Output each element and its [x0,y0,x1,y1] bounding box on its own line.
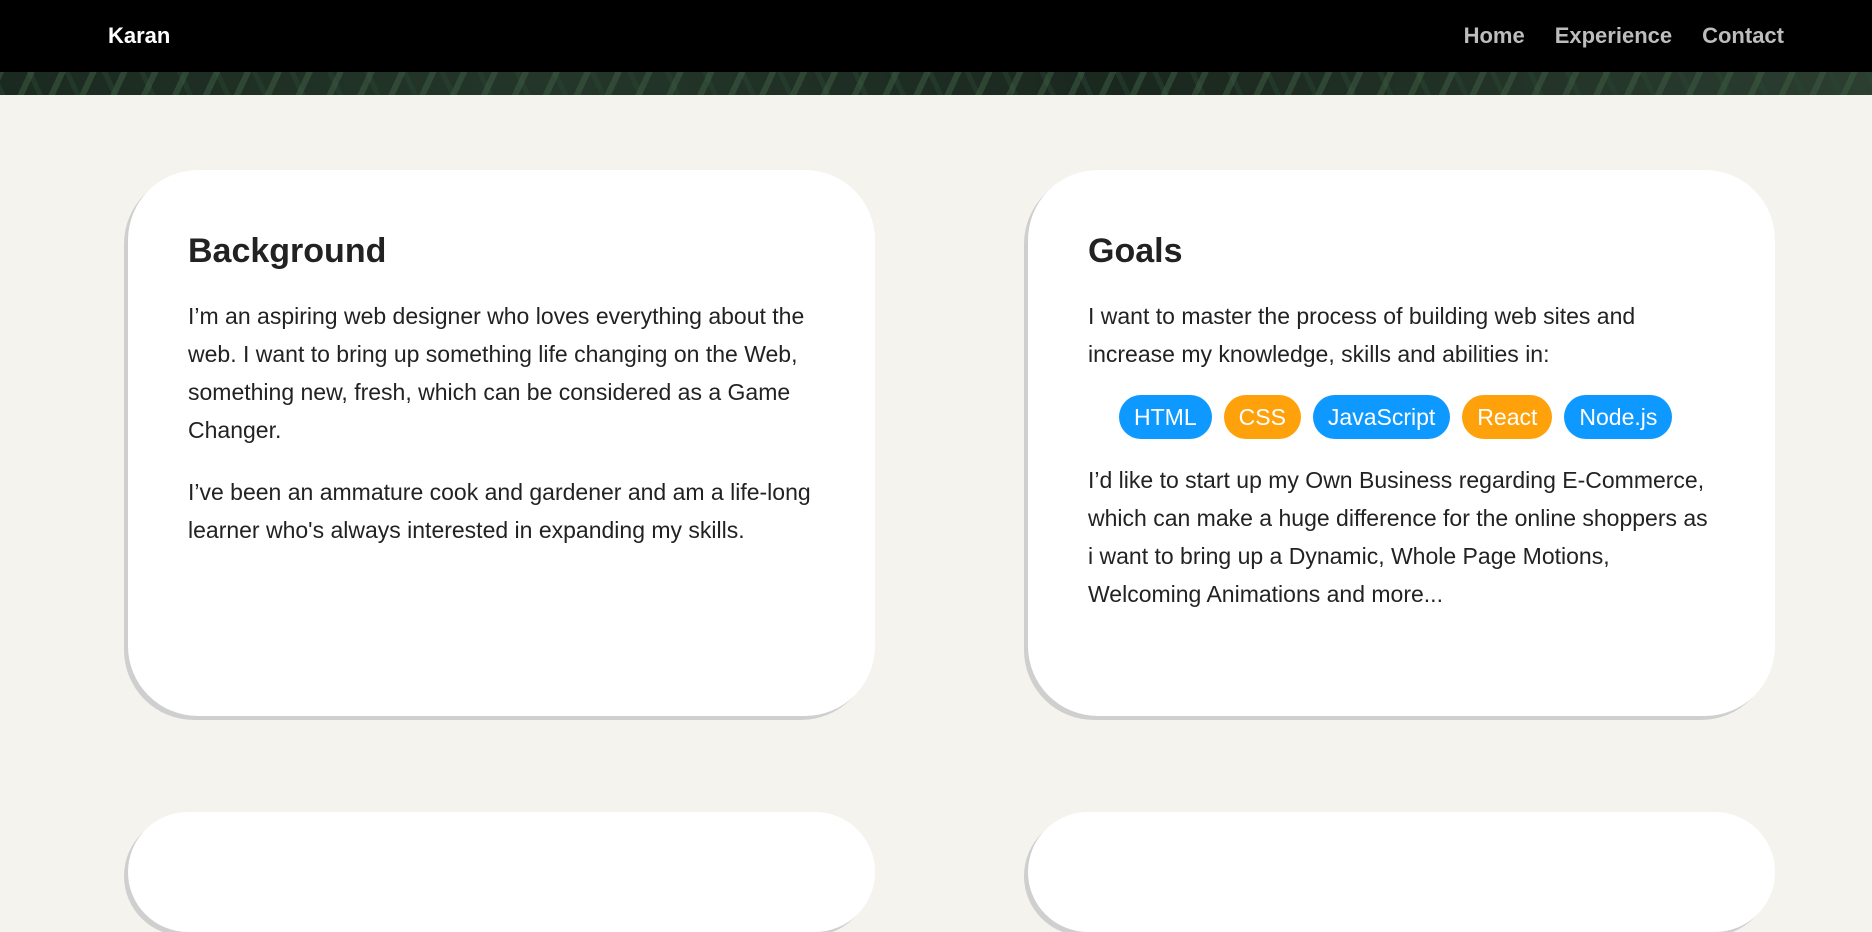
next-card-left [128,812,875,932]
skill-tag-css: CSS [1223,395,1301,439]
nav-link-home[interactable]: Home [1464,23,1525,49]
skill-tag-html: HTML [1119,395,1212,439]
goals-card: Goals I want to master the process of bu… [1028,170,1775,716]
background-title: Background [188,232,387,270]
skill-tags: HTML CSS JavaScript React Node.js [1119,395,1715,439]
skill-tag-react: React [1462,395,1553,439]
skill-tag-javascript: JavaScript [1312,395,1451,439]
background-card: Background I’m an aspiring web designer … [128,170,875,716]
next-card-right [1028,812,1775,932]
goals-title: Goals [1088,232,1183,270]
nav-link-contact[interactable]: Contact [1702,23,1784,49]
goals-intro: I want to master the process of building… [1088,303,1636,367]
goals-outro: I’d like to start up my Own Business reg… [1088,467,1708,607]
nav-link-experience[interactable]: Experience [1555,23,1672,49]
top-navbar: Karan Home Experience Contact [0,0,1872,72]
skill-tag-nodejs: Node.js [1564,395,1673,439]
background-paragraph: I’m an aspiring web designer who loves e… [188,303,805,443]
brand-logo[interactable]: Karan [108,23,170,49]
background-paragraph: I’ve been an ammature cook and gardener … [188,479,811,543]
nav-links: Home Experience Contact [1464,23,1784,49]
